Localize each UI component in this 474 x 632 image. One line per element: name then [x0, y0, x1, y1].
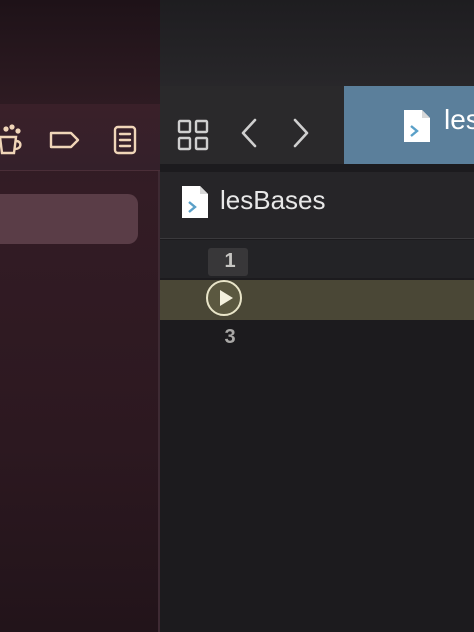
chevron-left-icon[interactable]	[238, 116, 260, 150]
jumpbar-file-name[interactable]: lesBases	[220, 185, 326, 216]
tab-label: les	[444, 104, 474, 135]
grid-icon[interactable]	[176, 118, 210, 152]
chevron-right-icon[interactable]	[290, 116, 312, 150]
tag-icon[interactable]	[47, 123, 81, 157]
run-icon[interactable]	[206, 280, 242, 316]
line-number: 1	[224, 250, 236, 272]
line-number: 3	[224, 326, 236, 348]
navigator-selected-row[interactable]	[0, 194, 138, 244]
swift-file-icon[interactable]	[180, 184, 210, 220]
list-icon[interactable]	[108, 123, 142, 157]
navigator-header	[0, 0, 160, 104]
library-icon[interactable]	[0, 123, 28, 157]
swift-file-icon	[402, 108, 432, 144]
